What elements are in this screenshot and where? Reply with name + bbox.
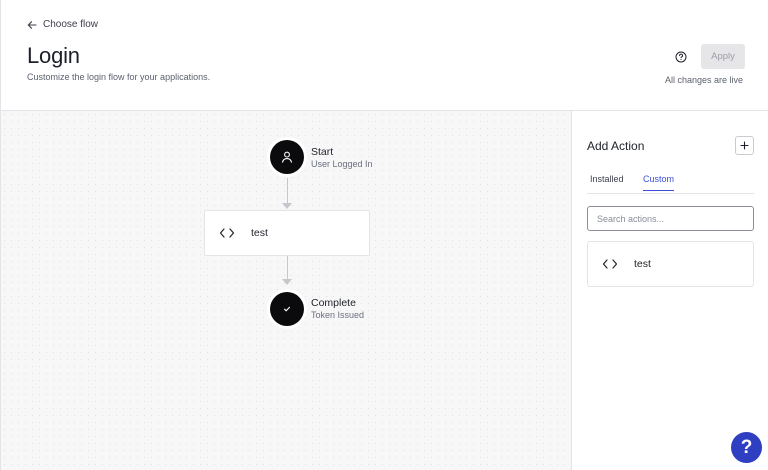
tab-custom[interactable]: Custom [643,174,675,191]
start-node-title: Start [311,146,334,158]
apply-button[interactable]: Apply [701,44,745,69]
live-status-text: All changes are live [664,75,743,85]
complete-node-subtitle: Token Issued [311,310,365,320]
page-title: Login [27,43,80,68]
tab-installed[interactable]: Installed [590,174,624,190]
back-link-label: Choose flow [43,19,99,30]
help-button[interactable] [673,49,689,65]
code-icon [602,259,618,269]
panel-action-card[interactable]: test [587,241,754,287]
add-action-panel: Add Action Installed Custom test [571,111,768,470]
question-icon: ? [740,436,753,458]
complete-node-title: Complete [311,297,356,309]
start-node [270,140,304,174]
question-circle-icon [675,51,687,63]
flow-action-label: test [251,227,268,239]
start-node-subtitle: User Logged In [311,159,373,169]
complete-node [270,292,304,326]
connector-arrow [282,279,292,285]
connector-line [287,256,288,281]
user-icon [282,151,292,163]
arrow-left-icon [27,20,37,29]
help-chat-button[interactable]: ? [731,432,762,463]
flow-action-card[interactable]: test [204,210,370,256]
code-icon [219,228,235,238]
plus-icon [740,141,749,150]
page-header: Choose flow Login Customize the login fl… [0,0,768,111]
add-action-button[interactable] [735,136,754,155]
search-actions-input[interactable] [587,206,754,231]
connector-line [287,178,288,205]
panel-tabs: Installed Custom [587,171,754,194]
back-link[interactable]: Choose flow [27,19,98,30]
connector-arrow [282,203,292,209]
panel-action-label: test [634,258,651,270]
check-icon [284,306,291,312]
panel-title: Add Action [587,139,645,153]
page-subtitle: Customize the login flow for your applic… [27,72,211,82]
flow-canvas[interactable]: Start User Logged In Complete Token Issu… [0,111,571,470]
